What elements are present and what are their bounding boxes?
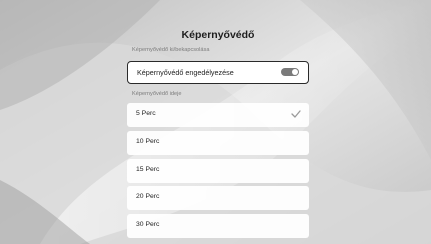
screensaver-enable-label: Képernyővédő engedélyezése — [137, 68, 234, 77]
option-label: 5 Perc — [136, 110, 156, 117]
timeout-option-10[interactable]: 10 Perc — [127, 130, 309, 155]
settings-panel: Képernyővédő Képernyővédő ki/bekapcsolás… — [124, 0, 312, 244]
page-title: Képernyővédő — [181, 29, 255, 41]
option-label: 20 Perc — [136, 193, 160, 201]
timeout-option-20[interactable]: 20 Perc — [127, 186, 309, 211]
timeout-option-30[interactable]: 30 Perc — [127, 214, 309, 239]
option-label: 15 Perc — [136, 165, 160, 173]
screensaver-enable-row[interactable]: Képernyővédő engedélyezése — [127, 61, 309, 84]
option-label: 30 Perc — [136, 221, 160, 229]
screensaver-settings-screen: Képernyővédő Képernyővédő ki/bekapcsolás… — [0, 0, 431, 244]
checkmark-icon — [291, 110, 301, 118]
toggle-switch-icon[interactable] — [281, 68, 299, 76]
timeout-option-15[interactable]: 15 Perc — [127, 158, 309, 183]
timeout-options-list: 5 Perc 10 Perc 15 Perc 20 Perc 30 Perc — [127, 103, 309, 242]
toggle-section-label: Képernyővédő ki/bekapcsolása — [132, 47, 210, 53]
option-label: 10 Perc — [136, 137, 160, 145]
toggle-knob — [292, 69, 298, 75]
timeout-option-5[interactable]: 5 Perc — [127, 103, 309, 127]
time-section-label: Képernyővédő ideje — [132, 91, 182, 97]
